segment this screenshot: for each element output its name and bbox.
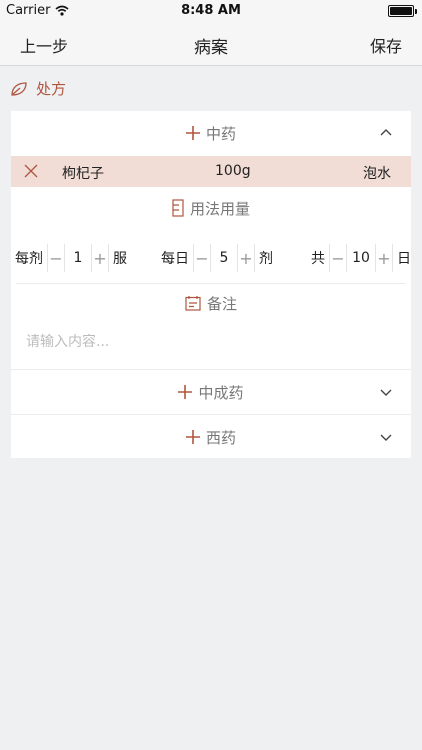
note-input[interactable] <box>26 331 396 353</box>
per-dose-unit: 服 <box>113 251 127 267</box>
chevron-up-icon[interactable] <box>377 124 395 142</box>
prescription-section-label: 处方 <box>36 80 67 98</box>
patent-medicine-label: 中成药 <box>198 383 244 402</box>
chinese-herbs-label: 中药 <box>205 124 236 143</box>
per-day-label: 每日 <box>161 251 189 267</box>
total-days-stepper[interactable]: − 10 + <box>329 244 393 272</box>
status-time: 8:48 AM <box>181 3 241 18</box>
battery-icon <box>388 5 417 17</box>
prescription-section-header: 处方 <box>10 78 66 99</box>
note-label: 备注 <box>206 294 237 313</box>
divider <box>16 283 406 284</box>
minus-icon[interactable]: − <box>330 244 346 272</box>
western-medicine-header[interactable]: 西药 <box>11 415 411 459</box>
usage-label: 用法用量 <box>189 199 250 218</box>
usage-steppers: 每剂 − 1 + 服 每日 − 5 + 剂 共 − 10 + 日 <box>11 244 411 272</box>
herb-item-row[interactable]: 枸杞子 100g 泡水 <box>11 156 411 187</box>
page-title: 病案 <box>194 38 228 58</box>
per-day-unit: 剂 <box>259 251 273 267</box>
plus-icon[interactable]: + <box>92 244 108 272</box>
per-day-stepper[interactable]: − 5 + <box>193 244 255 272</box>
per-dose-label: 每剂 <box>15 251 43 267</box>
nav-bar: 上一步 病案 保存 <box>0 22 422 66</box>
save-button[interactable]: 保存 <box>370 33 402 57</box>
herb-name: 枸杞子 <box>62 166 104 182</box>
dosage-icon <box>172 199 184 217</box>
plus-icon <box>178 385 193 399</box>
chinese-herbs-header[interactable]: 中药 <box>11 111 411 155</box>
plus-icon[interactable]: + <box>238 244 254 272</box>
usage-header: 用法用量 <box>11 193 411 223</box>
patent-medicine-header[interactable]: 中成药 <box>11 370 411 414</box>
prescription-card: 中药 枸杞子 100g 泡水 用法用量 每剂 − 1 + 服 每日 − 5 + … <box>11 111 411 458</box>
status-bar: Carrier 8:48 AM <box>0 0 422 22</box>
total-days-label: 共 <box>311 251 325 267</box>
chevron-down-icon[interactable] <box>377 428 395 446</box>
herb-dose: 100g <box>215 163 251 179</box>
per-dose-value[interactable]: 1 <box>64 244 92 272</box>
note-header: 备注 <box>11 289 411 317</box>
total-days-group: 共 − 10 + 日 <box>311 244 411 272</box>
leaf-icon <box>11 81 27 96</box>
delete-icon[interactable] <box>24 164 38 178</box>
calendar-icon <box>185 296 201 311</box>
total-days-unit: 日 <box>397 251 411 267</box>
total-days-value[interactable]: 10 <box>346 244 376 272</box>
western-medicine-label: 西药 <box>205 428 236 447</box>
chevron-down-icon[interactable] <box>377 383 395 401</box>
minus-icon[interactable]: − <box>194 244 210 272</box>
plus-icon <box>185 126 200 140</box>
per-day-value[interactable]: 5 <box>210 244 238 272</box>
per-dose-stepper[interactable]: − 1 + <box>47 244 109 272</box>
plus-icon[interactable]: + <box>376 244 392 272</box>
plus-icon <box>185 430 200 444</box>
minus-icon[interactable]: − <box>48 244 64 272</box>
herb-method: 泡水 <box>363 166 391 182</box>
per-day-group: 每日 − 5 + 剂 <box>161 244 273 272</box>
per-dose-group: 每剂 − 1 + 服 <box>15 244 127 272</box>
